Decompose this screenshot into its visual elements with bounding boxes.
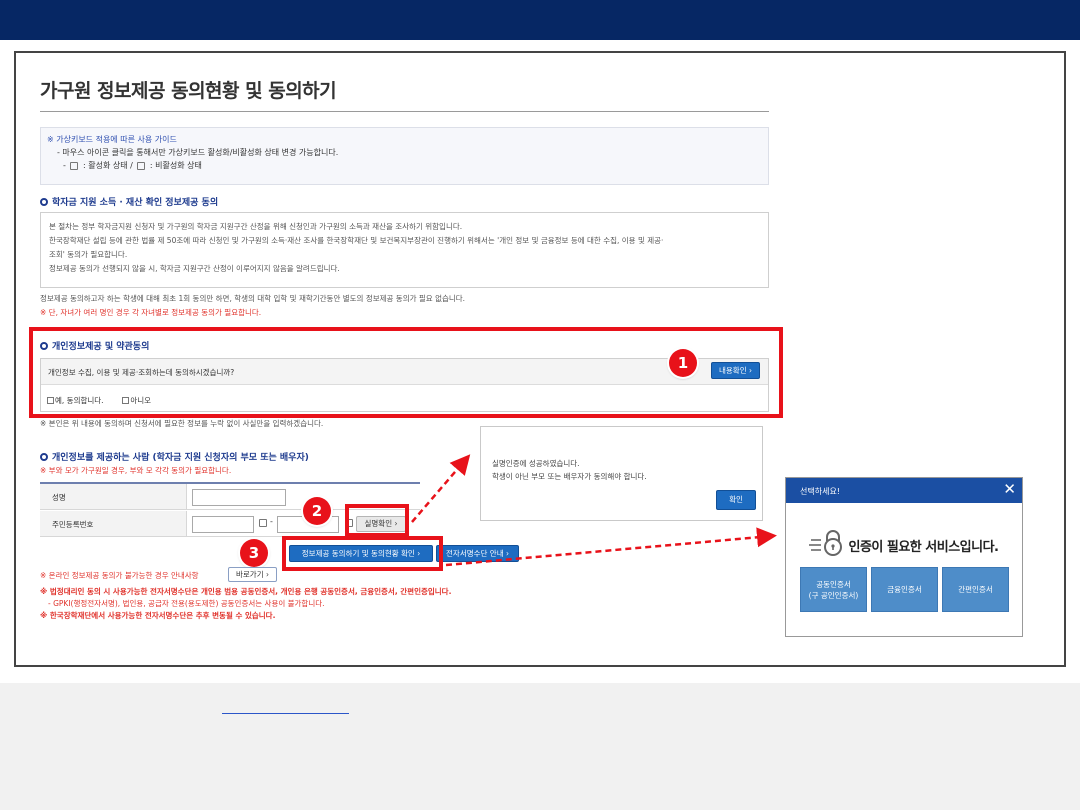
slide-bottom-area [0,683,1080,810]
note-subject-to-change: ※ 한국장학재단에서 사용가능한 전자서명수단은 추후 변동될 수 있습니다. [40,611,276,620]
bottom-underline [222,713,349,714]
agree-checkbox[interactable] [47,397,54,404]
keyboard-inactive-icon [137,161,146,170]
income-info-box: 본 절차는 정부 학자금지원 신청자 및 가구원의 학자금 지원구간 산정을 위… [40,212,769,288]
circle-bullet-icon [40,453,48,461]
disagree-checkbox[interactable] [122,397,130,404]
step-badge-1: 1 [669,349,697,377]
circle-bullet-icon [40,198,48,206]
rrn-front-input[interactable] [192,516,254,533]
note-legal-representative: ※ 법정대리인 동의 시 사용가능한 전자서명수단은 개인용 범용 공동인증서,… [40,587,452,596]
step-badge-2: 2 [303,497,331,525]
circle-bullet-icon [40,342,48,350]
rrn-label: 주민등록번호 [40,511,187,536]
lock-icon [809,530,845,560]
highlight-box-verify [345,504,409,537]
note-each-child: ※ 단, 자녀가 여러 명인 경우 각 자녀별로 정보제공 동의가 필요합니다. [40,308,262,317]
note-gpki: - GPKI(행정전자서명), 법인용, 공급자 전용(용도제한) 공동인증서는… [48,599,325,608]
keyboard-icon[interactable] [259,519,267,527]
note-one-time-consent: 정보제공 동의하고자 하는 학생에 대해 최초 1회 동의만 하면, 학생의 대… [40,294,466,303]
name-input[interactable] [192,489,286,506]
name-label: 성명 [40,484,187,509]
details-confirm-button[interactable]: 내용확인 › [711,362,760,379]
highlight-box-consent-button [282,536,443,571]
info-line: 한국장학재단 설립 등에 관한 법률 제 50조에 따라 신청인 및 가구원의 … [49,236,664,245]
verify-result-text: 실명인증에 성공하였습니다. 학생이 아닌 부모 또는 배우자가 동의해야 합니… [492,459,647,481]
simple-cert-button[interactable]: 간편인증서 [942,567,1009,612]
agree-label[interactable]: 예, 동의합니다. [55,396,104,405]
consent-options: 예, 동의합니다. 아니오 [47,395,151,406]
info-line: 본 절차는 정부 학자금지원 신청자 및 가구원의 학자금 지원구간 산정을 위… [49,222,463,231]
esign-guide-button[interactable]: 전자서명수단 안내 › [436,545,519,562]
info-line: 조회' 동의가 필요합니다. [49,250,128,259]
verify-ok-button[interactable]: 확인 [716,490,756,510]
disagree-label[interactable]: 아니오 [130,396,151,405]
verify-result-panel: 실명인증에 성공하였습니다. 학생이 아닌 부모 또는 배우자가 동의해야 합니… [480,426,763,521]
guide-line: - 마우스 아이콘 클릭을 통해서만 가상키보드 활성화/비활성화 상태 변경 … [57,148,339,157]
guide-heading: ※ 가상키보드 적용에 따른 사용 가이드 [47,135,177,144]
consent-question: 개인정보 수집, 이용 및 제공·조회하는데 동의하시겠습니까? [41,359,768,385]
guide-status-legend: - : 활성화 상태 / : 비활성화 상태 [63,161,202,170]
note-accurate-info: ※ 본인은 위 내용에 동의하며 신청서에 필요한 정보를 누락 없이 사실만을… [40,419,324,428]
guide-inactive-label: : 비활성화 상태 [149,161,202,170]
step-badge-3: 3 [240,539,268,567]
section-consent-heading: 개인정보제공 및 약관동의 [40,339,149,352]
consent-box: 개인정보 수집, 이용 및 제공·조회하는데 동의하시겠습니까? 예, 동의합니… [40,358,769,412]
financial-cert-button[interactable]: 금융인증서 [871,567,938,612]
cert-select-popup: 선택하세요! ✕ 인증이 필요한 서비스입니다. 공동인증서 (구 공인인증서)… [785,477,1023,637]
goto-button[interactable]: 바로가기 › [228,567,277,582]
virtual-keyboard-guide: ※ 가상키보드 적용에 따른 사용 가이드 - 마우스 아이콘 클릭을 통해서만… [40,127,769,185]
close-icon[interactable]: ✕ [1003,482,1016,497]
page-title: 가구원 정보제공 동의현황 및 동의하기 [40,80,337,102]
cert-popup-message: 인증이 필요한 서비스입니다. [786,530,1022,560]
section-provider-heading: 개인정보를 제공하는 사람 (학자금 지원 신청자의 부모 또는 배우자) [40,450,309,463]
guide-active-label: : 활성화 상태 / [82,161,133,170]
rrn-dash: - [270,517,273,526]
keyboard-active-icon [70,161,79,170]
section-income-heading: 학자금 지원 소득 · 재산 확인 정보제공 동의 [40,195,218,208]
cert-popup-title: 선택하세요! [786,478,1022,503]
public-cert-button[interactable]: 공동인증서 (구 공인인증서) [800,567,867,612]
note-both-parents: ※ 부와 모가 가구원일 경우, 부와 모 각각 동의가 필요합니다. [40,466,232,475]
top-banner [0,0,1080,40]
title-divider [40,111,769,112]
info-line: 정보제공 동의가 선행되지 않을 시, 학자금 지원구간 산정이 이루어지지 않… [49,264,340,273]
